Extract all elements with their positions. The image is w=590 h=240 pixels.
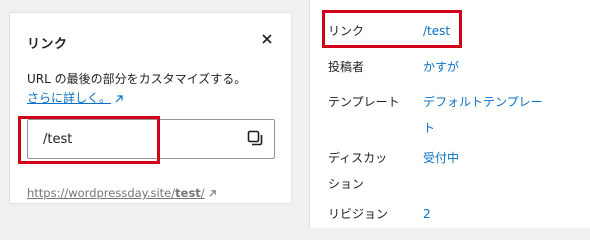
close-button[interactable]: [258, 30, 276, 48]
row-label: 投稿者: [328, 60, 365, 74]
row-label: リンク: [328, 24, 365, 38]
panel-row-discussion: ディスカッ ション 受付中: [328, 145, 578, 197]
author-value-button[interactable]: かすが: [423, 54, 459, 80]
post-summary-panel: リンク /test 投稿者 かすが テンプレート デフォルトテンプレート ディス…: [309, 0, 590, 228]
row-label: リビジョン: [328, 207, 389, 221]
permalink-link[interactable]: https://wordpressday.site/test/: [27, 186, 205, 200]
popover-description-block: URL の最後の部分をカスタマイズする。 さらに詳しく。: [27, 70, 246, 108]
row-label: テンプレート: [328, 95, 400, 109]
link-value-button[interactable]: /test: [423, 18, 450, 44]
slug-input-value: /test: [43, 132, 73, 147]
external-link-icon: [115, 94, 123, 102]
panel-row-template: テンプレート デフォルトテンプレート: [328, 89, 578, 135]
copy-button[interactable]: [246, 129, 264, 147]
template-value-button[interactable]: デフォルトテンプレート: [423, 89, 543, 141]
revisions-value-button[interactable]: 2: [423, 201, 431, 227]
discussion-value-button[interactable]: 受付中: [423, 145, 459, 171]
external-link-icon: [209, 190, 216, 197]
popover-title: リンク: [27, 37, 68, 52]
link-popover: リンク URL の最後の部分をカスタマイズする。 さらに詳しく。 /test h…: [9, 12, 292, 204]
copy-icon: [247, 130, 263, 146]
slug-input[interactable]: /test: [27, 119, 275, 159]
permalink-url: https://wordpressday.site/test/: [27, 186, 217, 200]
learn-more-link[interactable]: さらに詳しく。: [27, 91, 111, 105]
close-icon: [262, 34, 272, 44]
popover-description: URL の最後の部分をカスタマイズする。: [27, 72, 247, 86]
row-label: ディスカッ ション: [328, 151, 388, 191]
